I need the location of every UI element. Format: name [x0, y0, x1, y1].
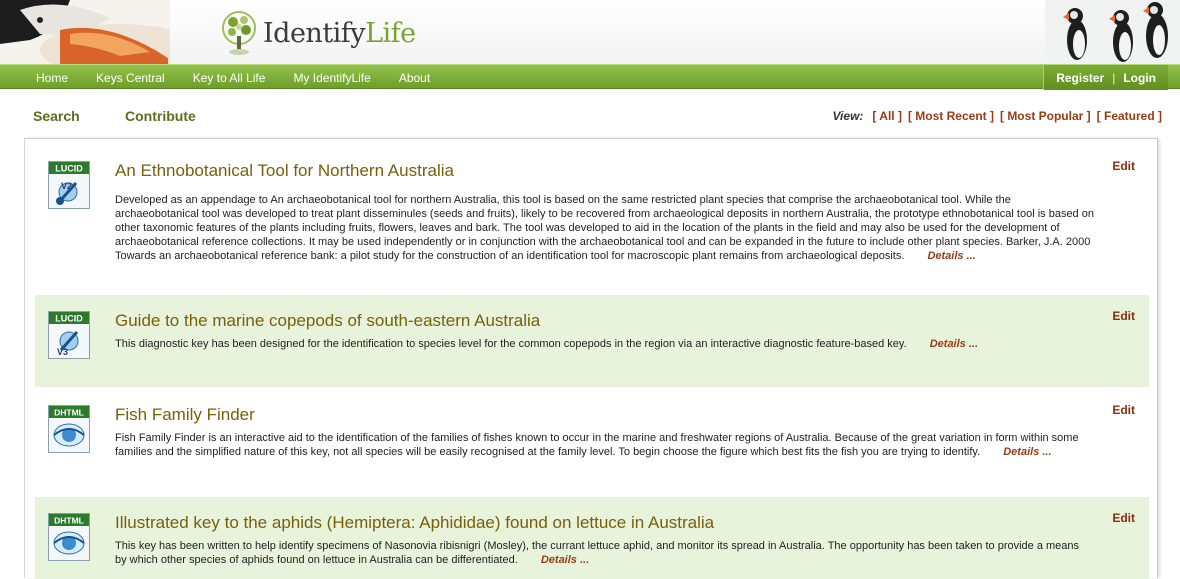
login-link[interactable]: Login [1123, 71, 1156, 85]
site-header: IdentifyLife [0, 0, 1180, 64]
list-item: DHTML Illustrated key to the aphids (Hem… [35, 497, 1149, 579]
logo-text-life: Life [365, 17, 416, 49]
auth-links: Register | Login [1043, 65, 1168, 90]
edit-link[interactable]: Edit [1112, 159, 1135, 173]
view-all-link[interactable]: [ All ] [872, 109, 902, 123]
puffin-banner-right-image [1045, 0, 1180, 64]
list-item: LUCID V2 An Ethnobotanical Tool for Nort… [35, 145, 1149, 285]
entry-title[interactable]: Illustrated key to the aphids (Hemiptera… [115, 513, 714, 533]
entry-description-text: Fish Family Finder is an interactive aid… [115, 432, 1079, 458]
nav-my-identifylife[interactable]: My IdentifyLife [279, 71, 384, 85]
entry-description: Developed as an appendage to An archaeob… [115, 193, 1095, 263]
view-most-recent-link[interactable]: [ Most Recent ] [908, 109, 994, 123]
view-label: View: [832, 109, 864, 123]
site-logo[interactable]: IdentifyLife [219, 8, 416, 58]
edit-link[interactable]: Edit [1112, 309, 1135, 323]
entry-description-text: This key has been written to help identi… [115, 540, 1080, 566]
list-item: LUCID V3 Guide to the marine copepods of… [35, 295, 1149, 387]
tab-search[interactable]: Search [33, 108, 80, 124]
entry-title[interactable]: Guide to the marine copepods of south-ea… [115, 311, 540, 331]
details-link[interactable]: Details ... [541, 554, 589, 566]
entry-title[interactable]: Fish Family Finder [115, 405, 255, 425]
edit-link[interactable]: Edit [1112, 403, 1135, 417]
view-featured-link[interactable]: [ Featured ] [1097, 109, 1162, 123]
key-list: LUCID V2 An Ethnobotanical Tool for Nort… [24, 138, 1158, 579]
view-most-popular-link[interactable]: [ Most Popular ] [1000, 109, 1091, 123]
badge-version: V2 [61, 181, 72, 191]
nav-home[interactable]: Home [22, 71, 82, 85]
details-link[interactable]: Details ... [930, 338, 978, 350]
entry-description: Fish Family Finder is an interactive aid… [115, 431, 1090, 459]
badge-label: DHTML [54, 408, 84, 418]
puffin-banner-left-image [0, 0, 170, 64]
details-link[interactable]: Details ... [927, 250, 975, 262]
auth-separator: | [1112, 70, 1116, 85]
entry-description-text: This diagnostic key has been designed fo… [115, 338, 907, 350]
entry-title[interactable]: An Ethnobotanical Tool for Northern Aust… [115, 161, 454, 181]
sub-toolbar: Search Contribute View: [ All ] [ Most R… [10, 90, 1170, 138]
main-nav: Home Keys Central Key to All Life My Ide… [0, 64, 1180, 90]
badge-label: DHTML [54, 516, 84, 526]
edit-link[interactable]: Edit [1112, 511, 1135, 525]
dhtml-badge-icon[interactable]: DHTML [48, 513, 90, 561]
nav-keys-central[interactable]: Keys Central [82, 71, 179, 85]
view-filter: View: [ All ] [ Most Recent ] [ Most Pop… [833, 109, 1163, 123]
badge-label: LUCID [55, 314, 83, 324]
register-link[interactable]: Register [1056, 71, 1104, 85]
badge-version: V3 [57, 347, 68, 357]
lucid-v2-badge-icon[interactable]: LUCID V2 [48, 161, 90, 209]
list-item: DHTML Fish Family Finder Fish Family Fin… [35, 389, 1149, 489]
logo-text-identify: Identify [263, 17, 366, 49]
entry-description: This key has been written to help identi… [115, 539, 1090, 567]
lucid-v3-badge-icon[interactable]: LUCID V3 [48, 311, 90, 359]
entry-description: This diagnostic key has been designed fo… [115, 337, 1075, 351]
tree-logo-icon [222, 11, 256, 55]
badge-label: LUCID [55, 164, 83, 174]
dhtml-badge-icon[interactable]: DHTML [48, 405, 90, 453]
nav-about[interactable]: About [385, 71, 444, 85]
nav-key-to-all-life[interactable]: Key to All Life [179, 71, 280, 85]
details-link[interactable]: Details ... [1003, 446, 1051, 458]
tab-contribute[interactable]: Contribute [125, 108, 196, 124]
